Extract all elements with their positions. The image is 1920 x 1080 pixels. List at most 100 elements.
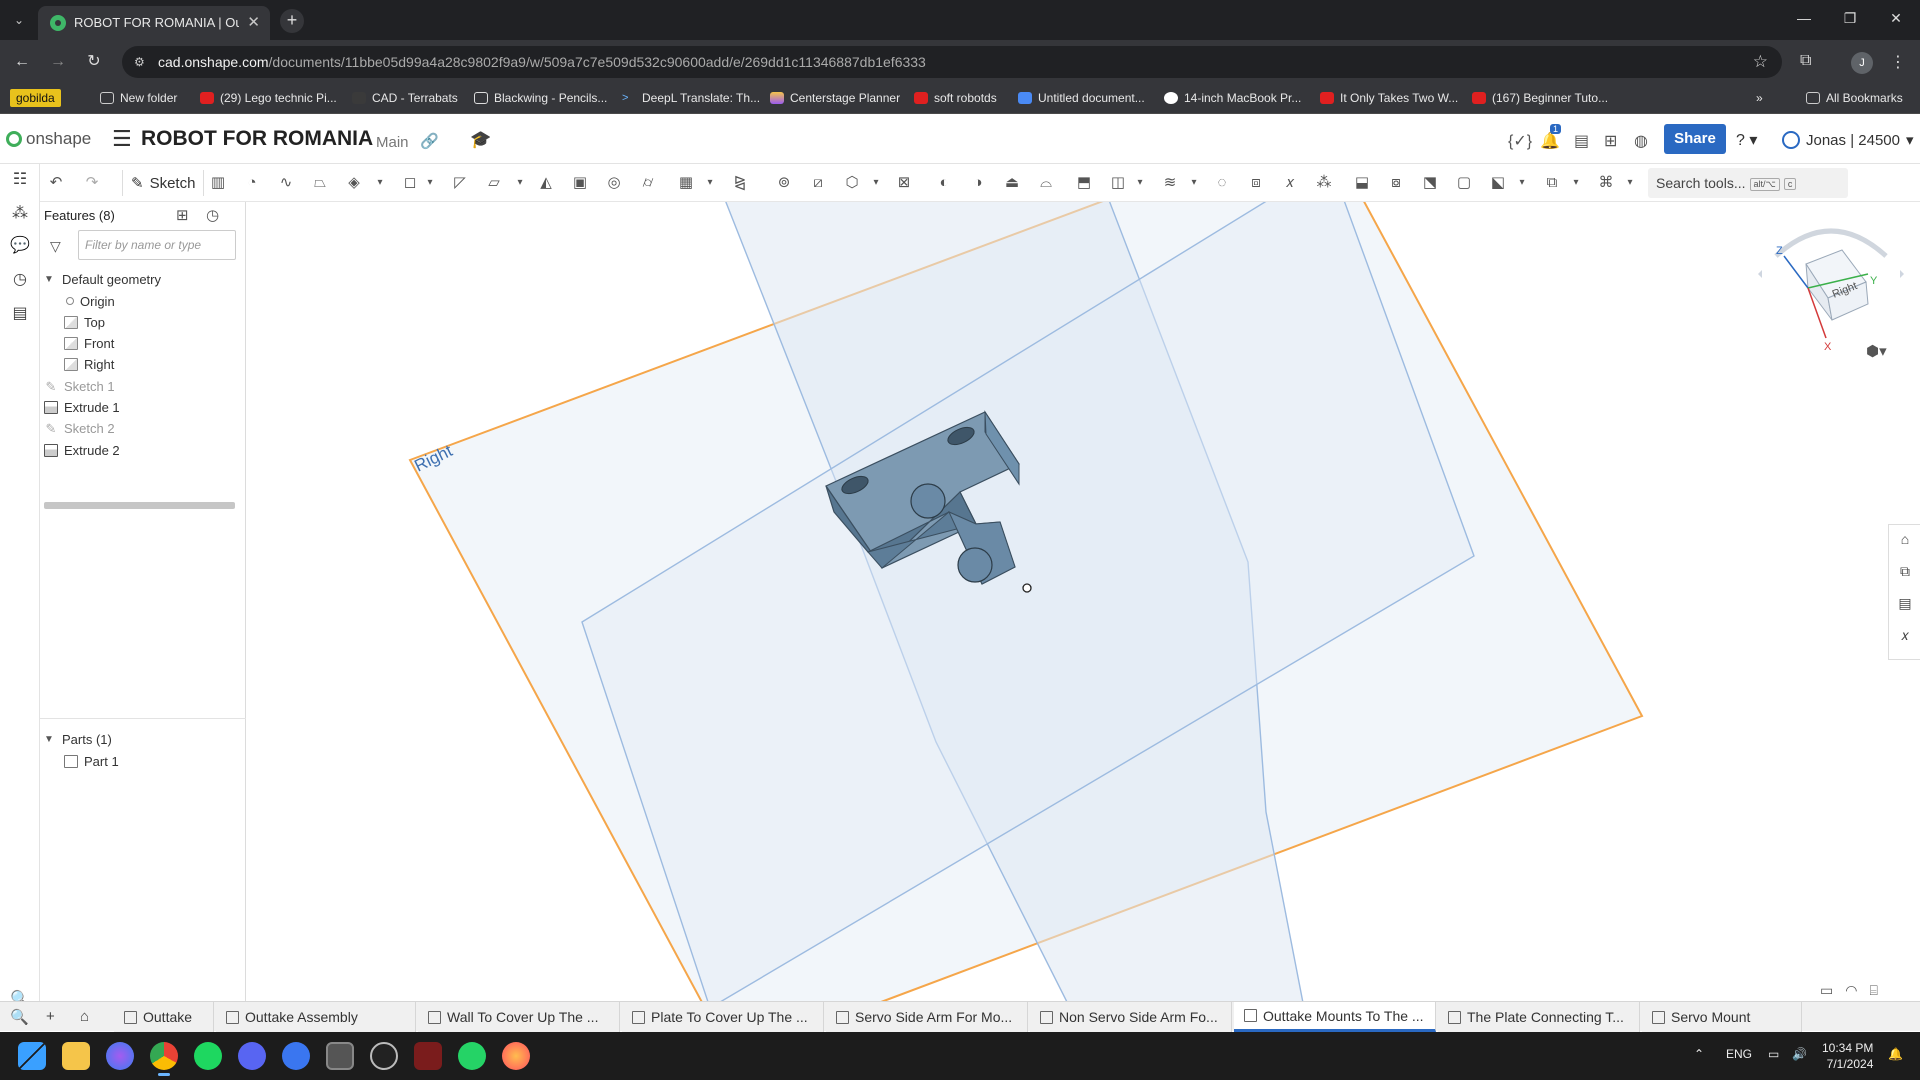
rib-icon[interactable]: ◭ <box>536 173 556 193</box>
helix-icon[interactable]: ≋ <box>1160 173 1180 193</box>
measure-icon[interactable]: ◌ <box>1212 173 1232 193</box>
vertex-point[interactable] <box>1022 583 1032 593</box>
view-cube[interactable]: Right Z Y X <box>1756 216 1906 356</box>
tab-non-servo-side-arm-fo[interactable]: Non Servo Side Arm Fo... <box>1030 1002 1232 1032</box>
reload-icon[interactable]: ↻ <box>82 51 106 75</box>
app-tile-icon[interactable] <box>326 1042 354 1070</box>
notifications-icon[interactable]: 🔔 <box>1540 131 1560 151</box>
transform-icon[interactable]: ⬡ <box>842 173 862 193</box>
search-tabs-icon[interactable]: 🔍 <box>10 1008 29 1026</box>
windows-start-icon[interactable] <box>18 1042 46 1070</box>
configuration-icon[interactable]: ⧉ <box>1895 561 1915 581</box>
modify-fillet-icon[interactable]: ◐ <box>934 173 954 193</box>
graphics-viewport[interactable]: Right Right Z Y X ⬢▾ ▭ ◠ ⌸ <box>246 202 1920 1008</box>
insert-icon[interactable]: ⁂ <box>10 204 30 224</box>
render-mode-icon[interactable]: ▭ <box>1820 982 1833 999</box>
file-explorer-icon[interactable] <box>62 1042 90 1070</box>
messenger-icon[interactable] <box>106 1042 134 1070</box>
cylinder-icon[interactable]: ⌭ <box>638 173 658 193</box>
feature-item-front[interactable]: Front <box>64 333 114 355</box>
app-store-icon[interactable]: ⊞ <box>1604 131 1617 151</box>
appearance-icon[interactable]: ⌂ <box>1895 529 1915 549</box>
delete-face-icon[interactable]: ◑ <box>968 173 988 193</box>
browser-tab-active[interactable]: ROBOT FOR ROMANIA | Outtake ✕ <box>38 6 270 40</box>
part-row[interactable]: Part 1 <box>64 750 119 772</box>
extensions-icon[interactable]: ⧉ <box>1800 52 1811 70</box>
configure-icon[interactable]: ⁂ <box>1314 173 1334 193</box>
bookmark-star-icon[interactable]: ☆ <box>1753 52 1768 72</box>
surface-icon[interactable]: ⬕ <box>1488 173 1508 193</box>
whatsapp-icon[interactable] <box>458 1042 486 1070</box>
system-clock[interactable]: 10:34 PM 7/1/2024 <box>1822 1040 1873 1072</box>
url-field[interactable]: ⚙ cad.onshape.com/documents/11bbe05d99a4… <box>122 46 1782 78</box>
language-indicator[interactable]: ENG <box>1726 1047 1752 1061</box>
restore-icon[interactable]: ❐ <box>1830 10 1870 27</box>
feature-item-extrude-2[interactable]: Extrude 2 <box>44 439 120 461</box>
chamfer-icon[interactable]: ◸ <box>450 173 470 193</box>
bookmark-gobilda[interactable]: gobilda <box>10 89 61 107</box>
tab-the-plate-connecting-t[interactable]: The Plate Connecting T... <box>1438 1002 1640 1032</box>
sweep-icon[interactable]: ∿ <box>276 173 296 193</box>
derived-icon[interactable]: ⧉ <box>1542 173 1562 193</box>
spotify-icon[interactable] <box>194 1042 222 1070</box>
bookmarks-overflow-chevron-icon[interactable]: » <box>1756 91 1763 105</box>
custom-features-icon[interactable]: {✓} <box>1508 131 1532 151</box>
fillet-icon[interactable]: ◻ <box>400 173 420 193</box>
education-cap-icon[interactable]: 🎓 <box>470 130 491 150</box>
chevron-down-icon[interactable]: ▾ <box>1512 173 1532 193</box>
signal-icon[interactable] <box>282 1042 310 1070</box>
bookmark-beginner-tutorial[interactable]: (167) Beginner Tuto... <box>1472 91 1608 105</box>
feature-item-sketch-1[interactable]: ✎ Sketch 1 <box>44 375 115 397</box>
tab-plate-to-cover-up-the[interactable]: Plate To Cover Up The ... <box>622 1002 824 1032</box>
properties-icon[interactable]: ▤ <box>1895 593 1915 613</box>
redo-icon[interactable]: ↷ <box>82 173 102 193</box>
chevron-down-icon[interactable]: ▾ <box>1566 173 1586 193</box>
search-tools-input[interactable]: Search tools... alt/⌥ c <box>1648 168 1848 198</box>
tab-wall-to-cover-up-the[interactable]: Wall To Cover Up The ... <box>418 1002 620 1032</box>
obs-icon[interactable] <box>370 1042 398 1070</box>
variables-panel-icon[interactable]: 𝑥 <box>1895 625 1915 645</box>
frame-icon[interactable]: ⧇ <box>1386 173 1406 193</box>
minimize-icon[interactable]: — <box>1784 10 1824 26</box>
sketch-button[interactable]: ✎ Sketch <box>122 170 205 196</box>
flange-icon[interactable]: ⬔ <box>1420 173 1440 193</box>
mate-connector-icon[interactable]: ◫ <box>1108 173 1128 193</box>
parts-group[interactable]: ▼ Parts (1) <box>42 728 112 750</box>
undo-icon[interactable]: ↶ <box>46 173 66 193</box>
chevron-down-icon[interactable]: ▾ <box>370 173 390 193</box>
tab-outtake[interactable]: Outtake <box>114 1002 214 1032</box>
hole-icon[interactable]: ◎ <box>604 173 624 193</box>
insert-tab-icon[interactable]: + <box>46 1008 55 1025</box>
tab-outtake-mounts-to-the[interactable]: Outtake Mounts To The ... <box>1234 1002 1436 1032</box>
onshape-logo[interactable]: onshape <box>6 129 91 149</box>
revolve-icon[interactable]: ◔ <box>242 173 262 193</box>
shell-icon[interactable]: ▣ <box>570 173 590 193</box>
chevron-down-icon[interactable]: ▾ <box>1620 173 1640 193</box>
chevron-down-icon[interactable]: ▾ <box>1130 173 1150 193</box>
chevron-down-icon[interactable]: ▾ <box>700 173 720 193</box>
learning-center-icon[interactable]: ◍ <box>1634 131 1648 151</box>
boolean-icon[interactable]: ⊚ <box>774 173 794 193</box>
tab-feature-icon[interactable]: ▢ <box>1454 173 1474 193</box>
bookmark-it-takes-two[interactable]: It Only Takes Two W... <box>1320 91 1458 105</box>
split-icon[interactable]: ⧄ <box>808 173 828 193</box>
back-icon[interactable]: ← <box>10 51 34 75</box>
all-bookmarks[interactable]: All Bookmarks <box>1806 91 1903 105</box>
forward-icon[interactable]: → <box>46 51 70 75</box>
history-icon[interactable]: ◷ <box>10 270 30 290</box>
user-menu[interactable]: Jonas | 24500 ▾ <box>1782 131 1914 149</box>
delete-part-icon[interactable]: ⊠ <box>894 173 914 193</box>
share-button[interactable]: Share <box>1664 124 1726 154</box>
bookmark-macbook[interactable]: 14-inch MacBook Pr... <box>1164 91 1301 105</box>
browser-menu-icon[interactable]: ⋮ <box>1890 52 1906 72</box>
bookmark-blackwing[interactable]: Blackwing - Pencils... <box>474 91 607 105</box>
plane-icon[interactable]: ⬒ <box>1074 173 1094 193</box>
bookmark-lego[interactable]: (29) Lego technic Pi... <box>200 91 337 105</box>
rotate-right-icon[interactable] <box>1900 270 1904 278</box>
tab-close-icon[interactable]: ✕ <box>247 13 260 31</box>
mirror-icon[interactable]: ⧎ <box>730 173 750 193</box>
bookmark-deepl[interactable]: > DeepL Translate: Th... <box>622 91 760 105</box>
thicken-icon[interactable]: ◈ <box>344 173 364 193</box>
section-icon[interactable]: ◠ <box>1845 982 1857 999</box>
site-info-icon[interactable]: ⚙ <box>134 54 150 70</box>
